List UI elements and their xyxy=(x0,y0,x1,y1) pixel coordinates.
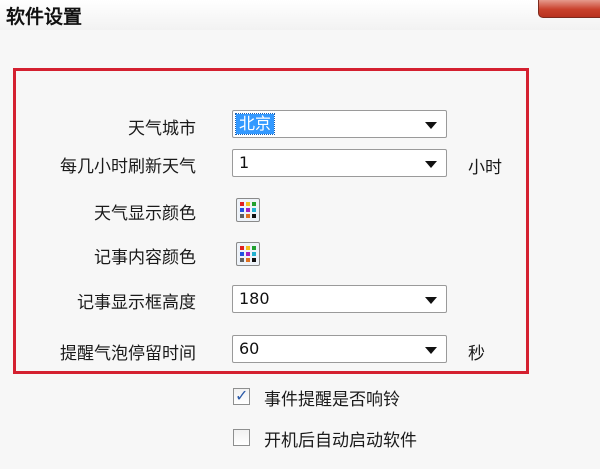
note-color-label: 记事内容颜色 xyxy=(94,248,196,268)
note-color-button[interactable] xyxy=(236,242,260,266)
city-value: 北京 xyxy=(234,113,276,135)
checkmark-icon: ✓ xyxy=(235,386,249,405)
chevron-down-icon[interactable] xyxy=(425,161,437,168)
palette-grid-icon xyxy=(240,202,256,218)
weather-color-button[interactable] xyxy=(236,198,260,222)
refresh-unit: 小时 xyxy=(468,158,502,178)
chevron-down-icon[interactable] xyxy=(425,297,437,304)
palette-grid-icon xyxy=(240,246,256,262)
bubble-time-select[interactable]: 60 xyxy=(232,335,447,363)
ring-label[interactable]: 事件提醒是否响铃 xyxy=(264,385,400,410)
autostart-checkbox[interactable] xyxy=(233,429,250,446)
city-label: 天气城市 xyxy=(128,119,196,139)
close-button[interactable] xyxy=(538,0,600,18)
bubble-time-value: 60 xyxy=(239,339,260,358)
bubble-time-label: 提醒气泡停留时间 xyxy=(60,344,196,364)
window-title: 软件设置 xyxy=(6,6,83,28)
title-bar: 软件设置 xyxy=(0,0,600,30)
bubble-time-unit: 秒 xyxy=(468,344,485,364)
weather-color-label: 天气显示颜色 xyxy=(94,204,196,224)
refresh-value: 1 xyxy=(239,153,250,172)
box-height-value: 180 xyxy=(239,289,270,308)
refresh-select[interactable]: 1 xyxy=(232,149,447,177)
autostart-label[interactable]: 开机后自动启动软件 xyxy=(264,426,417,451)
box-height-label: 记事显示框高度 xyxy=(77,293,196,313)
box-height-select[interactable]: 180 xyxy=(232,285,447,313)
ring-checkbox[interactable]: ✓ xyxy=(233,386,250,405)
city-select[interactable]: 北京 xyxy=(232,110,447,138)
chevron-down-icon[interactable] xyxy=(425,347,437,354)
refresh-label: 每几小时刷新天气 xyxy=(60,157,196,177)
chevron-down-icon[interactable] xyxy=(425,122,437,129)
